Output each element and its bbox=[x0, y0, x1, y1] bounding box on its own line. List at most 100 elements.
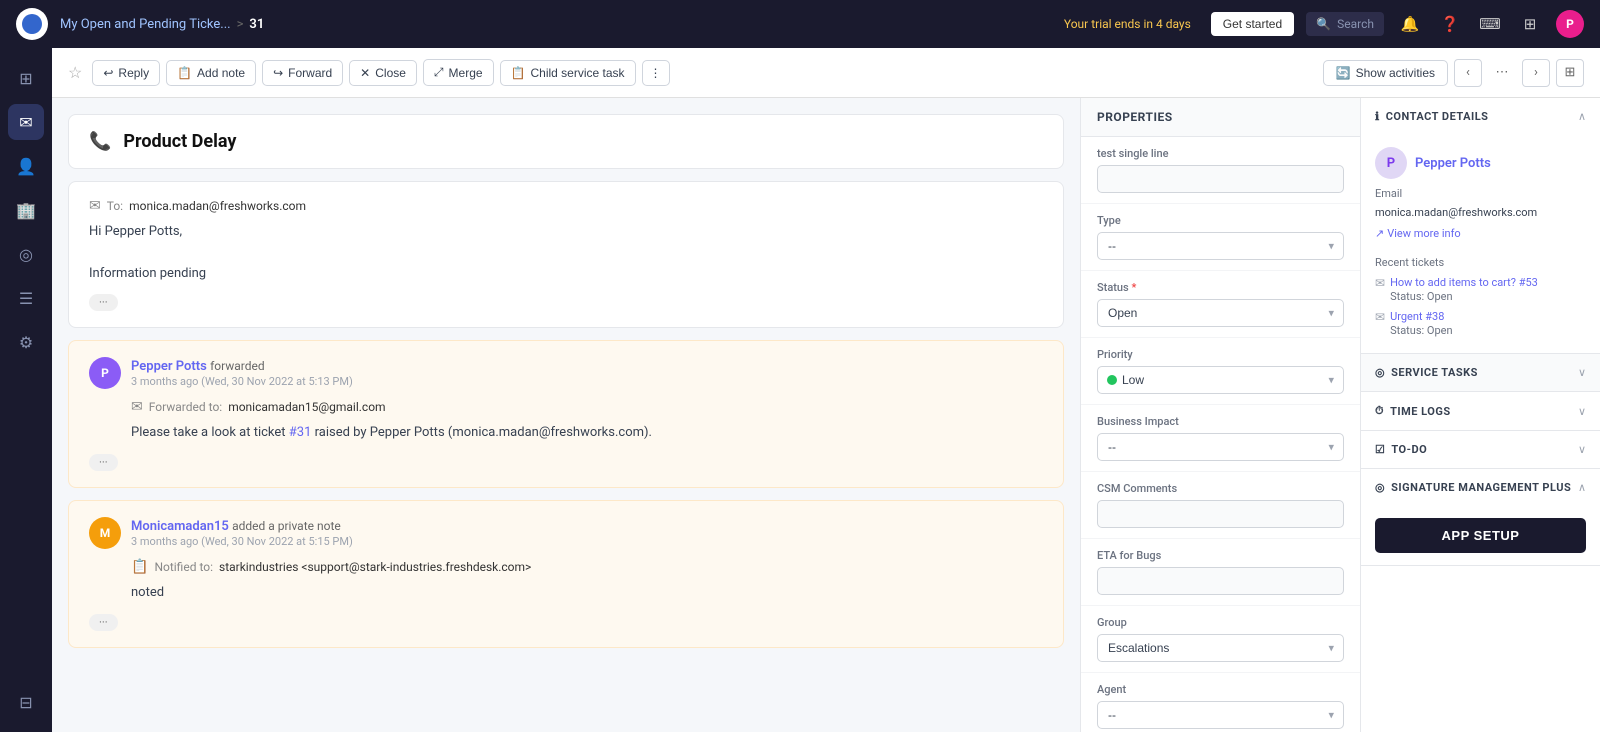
test-single-line-input[interactable] bbox=[1097, 165, 1344, 193]
child-service-task-button[interactable]: 📋 Child service task bbox=[500, 60, 636, 86]
ticket-link-0[interactable]: How to add items to cart? #53 bbox=[1390, 276, 1538, 289]
external-link-icon: ↗ bbox=[1375, 227, 1384, 240]
signature-content: APP SETUP bbox=[1361, 506, 1600, 565]
message-expand-button[interactable]: ··· bbox=[89, 294, 118, 311]
sidebar-item-scenarios[interactable]: ◎ bbox=[8, 236, 44, 272]
breadcrumb-ticket-number[interactable]: 31 bbox=[249, 17, 264, 32]
ticket-status-1: Status: Open bbox=[1390, 324, 1453, 337]
contact-avatar: P bbox=[1375, 147, 1407, 179]
help-icon[interactable]: ❓ bbox=[1436, 10, 1464, 38]
breadcrumb-separator: > bbox=[237, 17, 244, 32]
to-email: monica.madan@freshworks.com bbox=[129, 199, 306, 213]
agent-select[interactable]: -- bbox=[1097, 701, 1344, 729]
prop-label-group: Group bbox=[1097, 616, 1344, 629]
view-more-link[interactable]: ↗ View more info bbox=[1375, 227, 1586, 240]
signature-header[interactable]: ◎ SIGNATURE MANAGEMENT PLUS ∧ bbox=[1361, 469, 1600, 506]
app-setup-button[interactable]: APP SETUP bbox=[1375, 518, 1586, 553]
group-select[interactable]: Escalations Support Billing bbox=[1097, 634, 1344, 662]
star-button[interactable]: ☆ bbox=[68, 63, 82, 82]
toolbar-more-button[interactable]: ⋯ bbox=[1488, 59, 1516, 87]
prop-field-eta-bugs: ETA for Bugs bbox=[1081, 539, 1360, 606]
prop-field-business-impact: Business Impact -- bbox=[1081, 405, 1360, 472]
email-icon: ✉ bbox=[89, 198, 101, 214]
group-select-wrap: Escalations Support Billing bbox=[1097, 634, 1344, 662]
notifications-icon[interactable]: 🔔 bbox=[1396, 10, 1424, 38]
prop-label-business-impact: Business Impact bbox=[1097, 415, 1344, 428]
priority-select[interactable]: Low Medium High Urgent bbox=[1097, 366, 1344, 394]
contact-name[interactable]: Pepper Potts bbox=[1415, 156, 1491, 171]
ticket-link[interactable]: #31 bbox=[289, 425, 312, 440]
forwarded-to-email: monicamadan15@gmail.com bbox=[228, 400, 385, 414]
eta-bugs-input[interactable] bbox=[1097, 567, 1344, 595]
sidebar-item-companies[interactable]: 🏢 bbox=[8, 192, 44, 228]
business-impact-select[interactable]: -- bbox=[1097, 433, 1344, 461]
sidebar-item-contacts[interactable]: 👤 bbox=[8, 148, 44, 184]
trial-notice: Your trial ends in 4 days bbox=[1064, 17, 1191, 31]
info-icon: ℹ bbox=[1375, 110, 1380, 123]
keyboard-icon[interactable]: ⌨ bbox=[1476, 10, 1504, 38]
forward-button[interactable]: ↪ Forward bbox=[262, 60, 343, 86]
status-select[interactable]: Open Pending Resolved Closed bbox=[1097, 299, 1344, 327]
todo-header[interactable]: ☑ TO-DO ∨ bbox=[1361, 431, 1600, 468]
ticket-link-row-0: ✉ How to add items to cart? #53 Status: … bbox=[1375, 275, 1586, 303]
sidebar-item-tickets[interactable]: ✉ bbox=[8, 104, 44, 140]
toolbar: ☆ ↩ Reply 📋 Add note ↪ Forward ✕ Close ⤢… bbox=[52, 48, 1600, 98]
breadcrumb-main[interactable]: My Open and Pending Ticke... bbox=[60, 17, 231, 32]
close-button[interactable]: ✕ Close bbox=[349, 60, 417, 86]
type-select[interactable]: -- Question Incident Problem Feature Req… bbox=[1097, 232, 1344, 260]
notified-to-label: Notified to: bbox=[154, 560, 213, 574]
merge-button[interactable]: ⤢ Merge bbox=[423, 59, 494, 86]
phone-icon: 📞 bbox=[89, 131, 111, 152]
todo-chevron: ∨ bbox=[1578, 443, 1586, 456]
author-avatar: P bbox=[89, 357, 121, 389]
apps-icon[interactable]: ⊞ bbox=[1516, 10, 1544, 38]
ticket-email-icon-0: ✉ bbox=[1375, 276, 1385, 290]
author-info: Pepper Potts forwarded 3 months ago (Wed… bbox=[131, 359, 353, 388]
private-expand-button[interactable]: ··· bbox=[89, 614, 118, 631]
prev-ticket-button[interactable]: ‹ bbox=[1454, 59, 1482, 87]
show-activities-button[interactable]: 🔄 Show activities bbox=[1323, 60, 1448, 86]
forwarded-expand-button[interactable]: ··· bbox=[89, 454, 118, 471]
grid-view-button[interactable]: ⊞ bbox=[1556, 59, 1584, 87]
time-logs-header[interactable]: ⏱ TIME LOGS ∨ bbox=[1361, 392, 1600, 430]
add-note-button[interactable]: 📋 Add note bbox=[166, 60, 256, 86]
signature-title: ◎ SIGNATURE MANAGEMENT PLUS bbox=[1375, 481, 1571, 494]
ticket-header: 📞 Product Delay bbox=[68, 114, 1064, 169]
contact-email-row: Email bbox=[1375, 187, 1586, 200]
get-started-button[interactable]: Get started bbox=[1211, 12, 1294, 36]
todo-section: ☑ TO-DO ∨ bbox=[1361, 431, 1600, 469]
service-tasks-header[interactable]: ◎ SERVICE TASKS ∨ bbox=[1361, 354, 1600, 391]
ticket-link-1[interactable]: Urgent #38 bbox=[1390, 310, 1444, 323]
app-logo[interactable] bbox=[16, 8, 48, 40]
close-label: Close bbox=[375, 66, 406, 80]
properties-panel: PROPERTIES test single line Type -- Ques… bbox=[1080, 98, 1360, 732]
sidebar-item-dashboard[interactable]: ⊞ bbox=[8, 60, 44, 96]
csm-comments-input[interactable] bbox=[1097, 500, 1344, 528]
contact-card: P Pepper Potts Email monica.madan@freshw… bbox=[1361, 135, 1600, 252]
merge-label: Merge bbox=[449, 66, 483, 80]
breadcrumb: My Open and Pending Ticke... > 31 bbox=[60, 17, 1052, 32]
prop-field-group: Group Escalations Support Billing bbox=[1081, 606, 1360, 673]
contact-details-header[interactable]: ℹ CONTACT DETAILS ∧ bbox=[1361, 98, 1600, 135]
next-ticket-button[interactable]: › bbox=[1522, 59, 1550, 87]
content-area: 📞 Product Delay ✉ To: monica.madan@fresh… bbox=[52, 98, 1600, 732]
prop-label-test-single-line: test single line bbox=[1097, 147, 1344, 160]
reply-button[interactable]: ↩ Reply bbox=[92, 60, 160, 86]
message-card-original: ✉ To: monica.madan@freshworks.com Hi Pep… bbox=[68, 181, 1064, 328]
message-to-row: ✉ To: monica.madan@freshworks.com bbox=[89, 198, 1043, 214]
show-activities-label: Show activities bbox=[1356, 66, 1435, 80]
agent-select-wrap: -- bbox=[1097, 701, 1344, 729]
search-bar[interactable]: 🔍 Search bbox=[1306, 12, 1384, 36]
body-greeting: Hi Pepper Potts, bbox=[89, 222, 1043, 243]
prop-label-eta-bugs: ETA for Bugs bbox=[1097, 549, 1344, 562]
ticket-link-row-1: ✉ Urgent #38 Status: Open bbox=[1375, 309, 1586, 337]
prop-label-status: Status * bbox=[1097, 281, 1344, 294]
sidebar-item-settings[interactable]: ⚙ bbox=[8, 324, 44, 360]
todo-title: ☑ TO-DO bbox=[1375, 443, 1427, 456]
sidebar-item-apps[interactable]: ⊟ bbox=[8, 684, 44, 720]
user-avatar[interactable]: P bbox=[1556, 10, 1584, 38]
more-options-button[interactable]: ⋮ bbox=[642, 60, 670, 86]
sidebar-item-reports[interactable]: ☰ bbox=[8, 280, 44, 316]
priority-select-wrap: Low Medium High Urgent bbox=[1097, 366, 1344, 394]
status-required: * bbox=[1131, 281, 1136, 294]
